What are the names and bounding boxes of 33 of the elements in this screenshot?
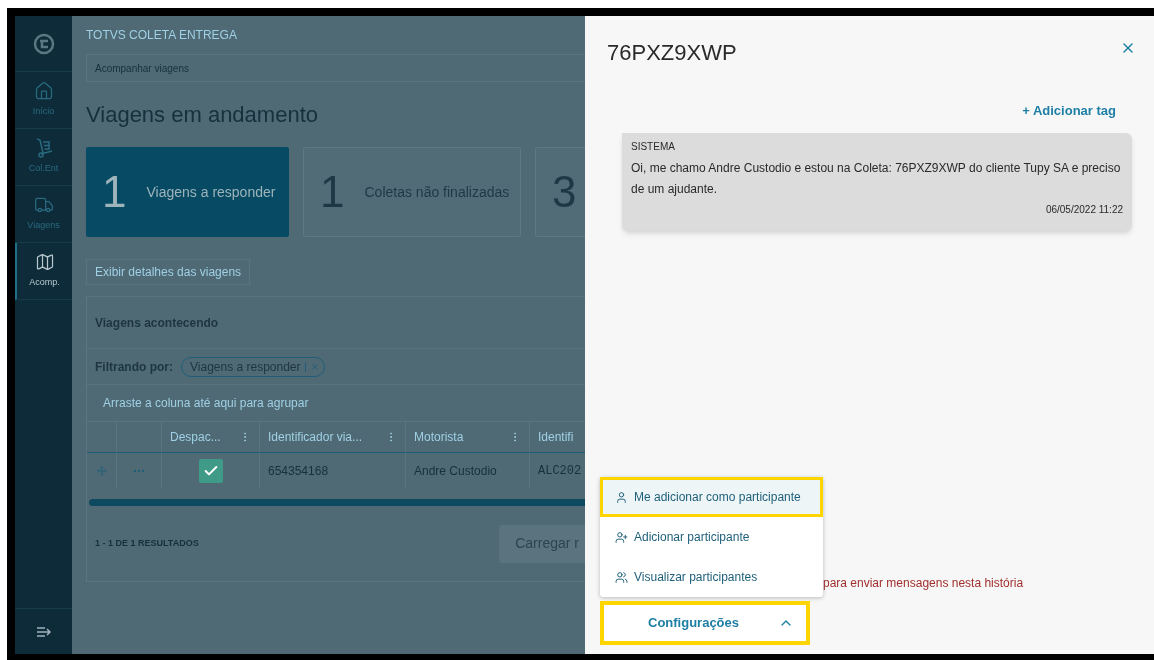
message-time: 06/05/2022 11:22 — [1044, 202, 1123, 217]
panel-title: 76PXZ9XWP — [607, 39, 737, 67]
drag-handle-icon[interactable] — [96, 466, 107, 476]
results-count: 1 - 1 DE 1 RESULTADOS — [95, 536, 199, 550]
table-cell: Andre Custodio — [406, 453, 530, 489]
home-icon — [33, 81, 54, 102]
column-header[interactable]: Identificador via... — [260, 422, 406, 452]
notice-text: para enviar mensagens nesta história — [823, 575, 1024, 592]
collapse-menu-icon[interactable] — [35, 625, 52, 638]
horizontal-scrollbar[interactable] — [89, 499, 585, 506]
settings-button[interactable]: Configurações — [600, 601, 810, 645]
message-sender: SISTEMA — [631, 139, 676, 154]
logo-icon — [32, 32, 55, 55]
people-icon — [615, 570, 628, 584]
hand-truck-icon — [34, 138, 53, 159]
message-text: Oi, me chamo Andre Custodio e estou na Coleta: 76PXZ9XWP do cliente Tupy SA e preciso de um ajudante. — [631, 159, 1122, 198]
add-tag-link[interactable]: + Adicionar tag — [1022, 101, 1116, 121]
menu-item[interactable]: Visualizar participantes — [600, 557, 823, 597]
map-icon — [34, 252, 55, 273]
dispatched-checkbox[interactable] — [198, 459, 223, 483]
breadcrumb-bar: Acompanhar viagens — [86, 54, 585, 82]
add-person-icon — [615, 530, 628, 544]
page-title: Viagens em andamento — [86, 101, 319, 129]
app-title: TOTVS COLETA ENTREGA — [86, 27, 238, 44]
column-header[interactable]: Motorista — [406, 422, 530, 452]
table-cell: 654354168 — [260, 453, 406, 489]
person-icon — [615, 490, 628, 504]
group-hint: Arraste a coluna até aqui para agrupar — [102, 395, 310, 412]
column-header[interactable]: Despac... — [162, 422, 260, 452]
summary-card[interactable]: 1 Viagens a responder — [86, 147, 289, 237]
details-button[interactable]: Exibir detalhes das viagens — [86, 259, 251, 285]
menu-item[interactable]: Adicionar participante — [600, 517, 823, 557]
menu-item[interactable]: Me adicionar como participante — [600, 477, 823, 517]
